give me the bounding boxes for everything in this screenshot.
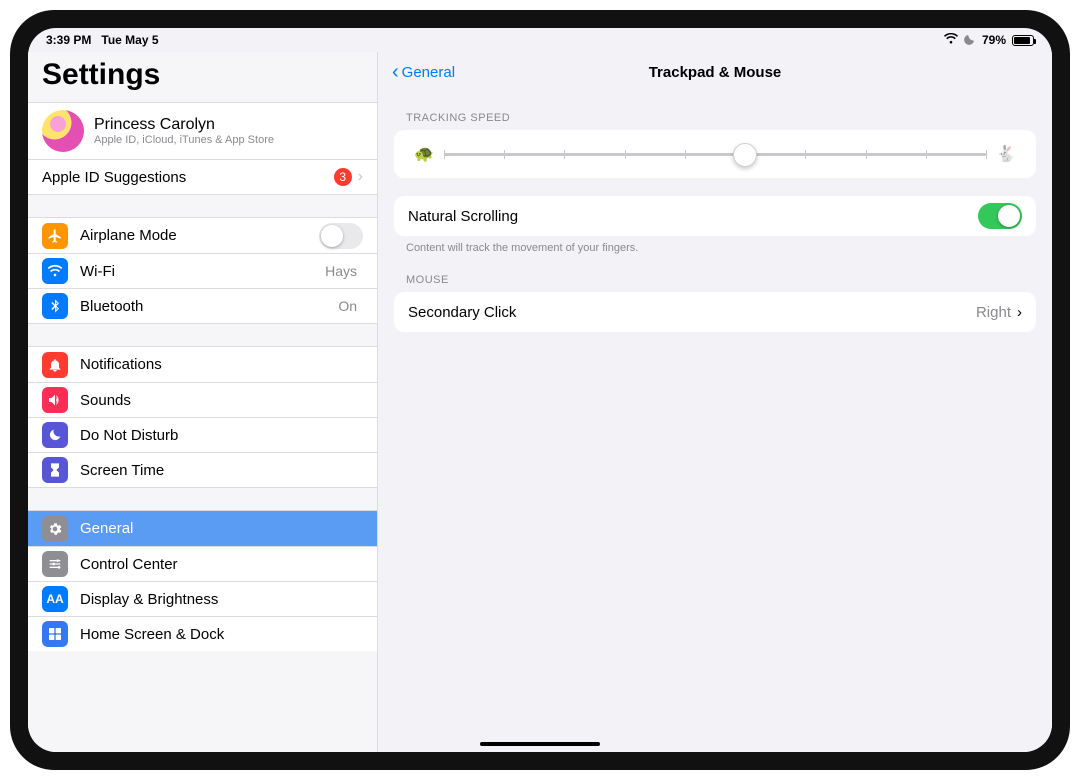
detail-pane: ‹ General Trackpad & Mouse TRACKING SPEE… — [378, 52, 1052, 752]
sidebar-user-row[interactable]: Princess Carolyn Apple ID, iCloud, iTune… — [28, 103, 377, 159]
sidebar-item-general[interactable]: General — [28, 511, 377, 546]
hare-icon: 🐇 — [996, 144, 1016, 164]
natural-scrolling-note: Content will track the movement of your … — [406, 242, 1024, 254]
chevron-right-icon: › — [358, 168, 363, 186]
tracking-speed-slider[interactable]: 🐢 🐇 — [408, 130, 1022, 178]
battery-pct: 79% — [982, 33, 1006, 47]
sidebar-title: Settings — [42, 58, 363, 92]
ipad-frame: 3:39 PM Tue May 5 79% Settings — [10, 10, 1070, 770]
AA-icon: AA — [42, 586, 68, 612]
sidebar-item-label: General — [80, 520, 363, 537]
back-button[interactable]: ‹ General — [392, 64, 455, 81]
sidebar-item-airplane-mode[interactable]: Airplane Mode — [28, 218, 377, 253]
natural-scrolling-row[interactable]: Natural Scrolling — [394, 196, 1036, 236]
status-bar: 3:39 PM Tue May 5 79% — [28, 28, 1052, 52]
sidebar-item-label: Home Screen & Dock — [80, 626, 363, 643]
user-name: Princess Carolyn — [94, 116, 274, 134]
wifi-icon — [42, 258, 68, 284]
sidebar-item-label: Screen Time — [80, 462, 363, 479]
airplane-icon — [42, 223, 68, 249]
sidebar-item-label: Airplane Mode — [80, 227, 319, 244]
sidebar-item-label: Wi-Fi — [80, 263, 325, 280]
gear-icon — [42, 516, 68, 542]
bluetooth-icon — [42, 293, 68, 319]
hourglass-icon — [42, 457, 68, 483]
grid-icon — [42, 621, 68, 647]
sidebar-item-label: Do Not Disturb — [80, 427, 363, 444]
sidebar-apple-id-suggestions[interactable]: Apple ID Suggestions 3 › — [28, 159, 377, 194]
sidebar-item-screen-time[interactable]: Screen Time — [28, 452, 377, 487]
sidebar-item-do-not-disturb[interactable]: Do Not Disturb — [28, 417, 377, 452]
tortoise-icon: 🐢 — [414, 144, 434, 164]
sidebar-item-control-center[interactable]: Control Center — [28, 546, 377, 581]
screen: 3:39 PM Tue May 5 79% Settings — [28, 28, 1052, 752]
wifi-icon — [944, 33, 958, 47]
sidebar-item-wi-fi[interactable]: Wi-FiHays — [28, 253, 377, 288]
slider-thumb[interactable] — [733, 143, 757, 167]
dnd-moon-icon — [964, 33, 976, 48]
sidebar-item-value: On — [338, 298, 357, 314]
sidebar-item-label: Control Center — [80, 556, 363, 573]
home-indicator[interactable] — [480, 742, 600, 746]
sliders-icon — [42, 551, 68, 577]
sidebar-item-value: Hays — [325, 263, 357, 279]
sidebar-item-label: Display & Brightness — [80, 591, 363, 608]
speaker-icon — [42, 387, 68, 413]
secondary-click-row[interactable]: Secondary Click Right › — [394, 292, 1036, 332]
sidebar-item-home-screen-dock[interactable]: Home Screen & Dock — [28, 616, 377, 651]
sidebar-item-sounds[interactable]: Sounds — [28, 382, 377, 417]
page-title: Trackpad & Mouse — [649, 64, 782, 81]
sidebar: Settings Princess Carolyn Apple ID, iClo… — [28, 52, 378, 752]
mouse-header: MOUSE — [406, 274, 1024, 286]
avatar — [42, 110, 84, 152]
sidebar-item-label: Sounds — [80, 392, 363, 409]
sidebar-item-notifications[interactable]: Notifications — [28, 347, 377, 382]
airplane-mode-switch[interactable] — [319, 223, 363, 249]
sidebar-item-display-brightness[interactable]: AA Display & Brightness — [28, 581, 377, 616]
battery-icon — [1012, 35, 1034, 46]
notification-badge: 3 — [334, 168, 352, 186]
tracking-speed-header: TRACKING SPEED — [406, 112, 1024, 124]
status-time: 3:39 PM — [46, 33, 91, 47]
sidebar-item-label: Bluetooth — [80, 298, 338, 315]
chevron-right-icon: › — [1017, 304, 1022, 321]
natural-scrolling-switch[interactable] — [978, 203, 1022, 229]
sidebar-item-label: Notifications — [80, 356, 363, 373]
bell-icon — [42, 352, 68, 378]
moon-icon — [42, 422, 68, 448]
status-date: Tue May 5 — [101, 33, 158, 47]
user-sub: Apple ID, iCloud, iTunes & App Store — [94, 134, 274, 146]
sidebar-item-bluetooth[interactable]: BluetoothOn — [28, 288, 377, 323]
chevron-left-icon: ‹ — [392, 64, 399, 80]
nav-bar: ‹ General Trackpad & Mouse — [378, 52, 1052, 92]
